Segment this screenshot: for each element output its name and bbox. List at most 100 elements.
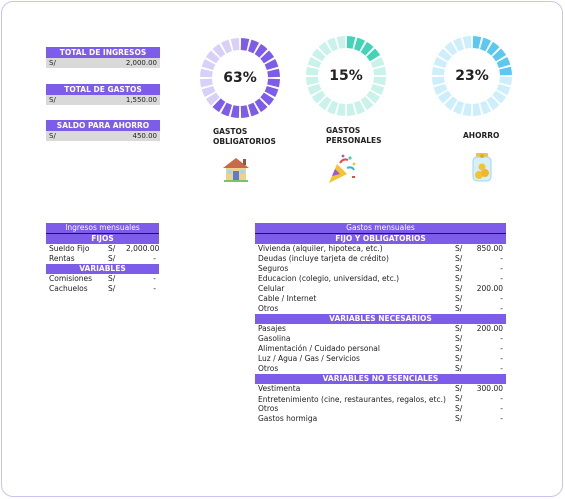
row-label-comisiones: Comisiones [49, 274, 93, 283]
savings-label-line1: AHORRO [463, 131, 500, 140]
mandatory-expenses-donut: 63% [199, 37, 281, 119]
section-header: VARIABLES NO ESENCIALES [255, 374, 506, 384]
table-row: Sueldo Fijo S/2,000.00 [46, 244, 159, 254]
total-income-value: 2,000.00 [125, 59, 157, 67]
total-income-value-row[interactable]: S/ 2,000.00 [46, 58, 160, 68]
row-label-sueldo-fijo: Sueldo Fijo [49, 244, 90, 253]
table-row: Cachuelos S/- [46, 284, 159, 294]
savings-balance-value: 450.00 [132, 132, 158, 140]
value-cell[interactable]: - [471, 364, 506, 374]
row-label-cable-internet: Cable / Internet [258, 294, 317, 303]
currency-symbol: S/ [49, 132, 56, 140]
row-label-gastos-hormiga: Gastos hormiga [258, 414, 318, 423]
value-cell[interactable]: - [471, 414, 506, 424]
row-label-vivienda-alquiler-hipoteca-etc: Vivienda (alquiler, hipoteca, etc.) [258, 244, 383, 253]
value-cell[interactable]: 2,000.00 [123, 244, 159, 254]
table-row: Luz / Agua / Gas / Servicios S/- [255, 354, 506, 364]
currency-cell: S/ [455, 414, 463, 423]
donut-segment-filled [346, 36, 356, 49]
table-row: Pasajes S/200.00 [255, 324, 506, 334]
total-expenses-value-row[interactable]: S/ 1,550.00 [46, 95, 160, 105]
currency-cell: S/ [455, 394, 463, 403]
section-header: VARIABLES NECESARIOS [255, 314, 506, 324]
table-row: Gasolina S/- [255, 334, 506, 344]
row-label-otros: Otros [258, 304, 279, 313]
donut-segment-filled [240, 38, 250, 51]
expense-section-variables-necesarios: VARIABLES NECESARIOS Pasajes S/200.00 Gasol… [255, 314, 506, 374]
value-cell[interactable]: - [471, 404, 506, 414]
income-fixed-rows: Sueldo Fijo S/2,000.00 Rentas S/- [46, 244, 159, 264]
table-row: Alimentación / Cuidado personal S/- [255, 344, 506, 354]
donut-segment-empty [336, 103, 346, 116]
savings-jar-icon [472, 153, 492, 182]
currency-symbol: S/ [49, 96, 56, 104]
value-cell[interactable]: 300.00 [471, 384, 506, 394]
currency-cell: S/ [455, 274, 463, 283]
table-row: Otros S/- [255, 304, 506, 314]
mandatory-expenses-label-line1: GASTOS [213, 127, 248, 136]
value-cell[interactable]: 850.00 [471, 244, 506, 254]
currency-cell: S/ [108, 244, 116, 253]
table-row: Deudas (incluye tarjeta de crédito) S/- [255, 254, 506, 264]
donut-segment-filled [230, 105, 240, 118]
income-variable-rows: Comisiones S/- Cachuelos S/- [46, 274, 159, 294]
table-row: Entretenimiento (cine, restaurantes, reg… [255, 394, 506, 404]
value-cell[interactable]: - [471, 344, 506, 354]
section-header: FIJO Y OBLIGATORIOS [255, 233, 506, 244]
income-table: Ingresos mensuales FIJOS Sueldo Fijo S/2,… [46, 223, 159, 294]
value-cell[interactable]: - [471, 264, 506, 274]
personal-expenses-percent: 15% [329, 68, 363, 84]
donut-segment-filled [472, 36, 482, 49]
value-cell[interactable]: - [471, 254, 506, 264]
personal-expenses-label-line2: PERSONALES [326, 136, 382, 145]
value-cell[interactable]: - [471, 274, 506, 284]
row-label-cachuelos: Cachuelos [49, 284, 88, 293]
mandatory-expenses-label: GASTOS OBLIGATORIOS [213, 127, 276, 147]
value-cell[interactable]: 200.00 [471, 324, 506, 334]
currency-cell: S/ [455, 254, 463, 263]
currency-cell: S/ [455, 404, 463, 413]
currency-cell: S/ [455, 294, 463, 303]
donut-segment-empty [346, 103, 356, 116]
section-header-row: VARIABLES NO ESENCIALES [255, 374, 506, 384]
expense-section-variables-no-esenciales: VARIABLES NO ESENCIALES Vestimenta S/300.0… [255, 374, 506, 424]
table-row: Cable / Internet S/- [255, 294, 506, 304]
row-label-otros: Otros [258, 364, 279, 373]
value-cell[interactable]: - [471, 334, 506, 344]
row-label-otros: Otros [258, 404, 279, 413]
currency-cell: S/ [455, 334, 463, 343]
table-row: Vestimenta S/300.00 [255, 384, 506, 394]
mandatory-expenses-label-line2: OBLIGATORIOS [213, 137, 276, 146]
income-variable-header: VARIABLES [46, 264, 160, 274]
total-expenses-box: TOTAL DE GASTOS S/ 1,550.00 [46, 84, 160, 105]
currency-cell: S/ [455, 344, 463, 353]
personal-expenses-donut: 15% [305, 35, 387, 117]
row-label-alimentacion-cuidado-personal: Alimentación / Cuidado personal [258, 344, 380, 353]
party-popper-icon [329, 154, 356, 183]
value-cell[interactable]: - [123, 274, 159, 284]
savings-balance-label: SALDO PARA AHORRO [46, 120, 160, 131]
donut-segment-empty [336, 36, 346, 49]
value-cell[interactable]: - [471, 394, 506, 404]
value-cell[interactable]: - [471, 294, 506, 304]
savings-balance-value-row[interactable]: S/ 450.00 [46, 131, 160, 141]
savings-percent: 23% [455, 68, 489, 84]
savings-label: AHORRO [463, 131, 499, 141]
row-label-vestimenta: Vestimenta [258, 384, 301, 393]
currency-cell: S/ [108, 274, 116, 283]
value-cell[interactable]: - [123, 284, 159, 294]
total-expenses-label: TOTAL DE GASTOS [46, 84, 160, 95]
value-cell[interactable]: - [471, 304, 506, 314]
value-cell[interactable]: - [123, 254, 159, 264]
income-variable-header-row: VARIABLES [46, 264, 160, 274]
section-header-row: FIJO Y OBLIGATORIOS [255, 233, 506, 244]
value-cell[interactable]: - [471, 354, 506, 364]
expense-section-fijo-y-obligatorios: FIJO Y OBLIGATORIOS Vivienda (alquiler, h… [255, 233, 506, 315]
currency-cell: S/ [455, 324, 463, 333]
value-cell[interactable]: 200.00 [471, 284, 506, 294]
currency-symbol: S/ [49, 59, 56, 67]
currency-cell: S/ [108, 284, 116, 293]
donut-segment-empty [472, 103, 482, 116]
section-header-row: VARIABLES NECESARIOS [255, 314, 506, 324]
table-row: Gastos hormiga S/- [255, 414, 506, 424]
